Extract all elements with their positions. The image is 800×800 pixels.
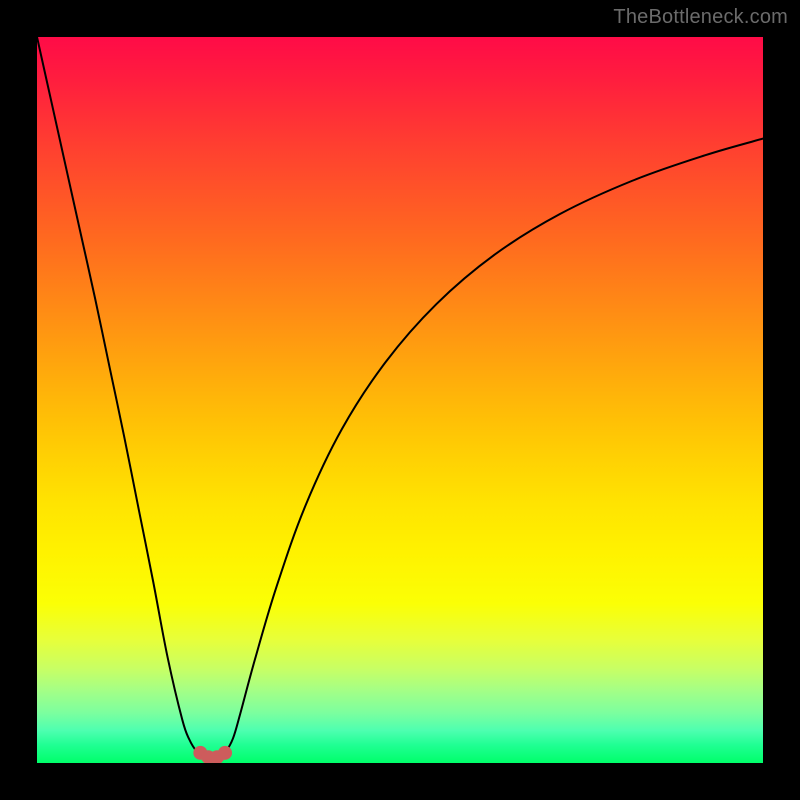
chart-frame: TheBottleneck.com	[0, 0, 800, 800]
min-cluster-right	[218, 746, 232, 760]
plot-area	[37, 37, 763, 763]
watermark-label: TheBottleneck.com	[613, 6, 788, 29]
curve-layer	[37, 37, 763, 763]
bottleneck-curve	[37, 37, 763, 758]
